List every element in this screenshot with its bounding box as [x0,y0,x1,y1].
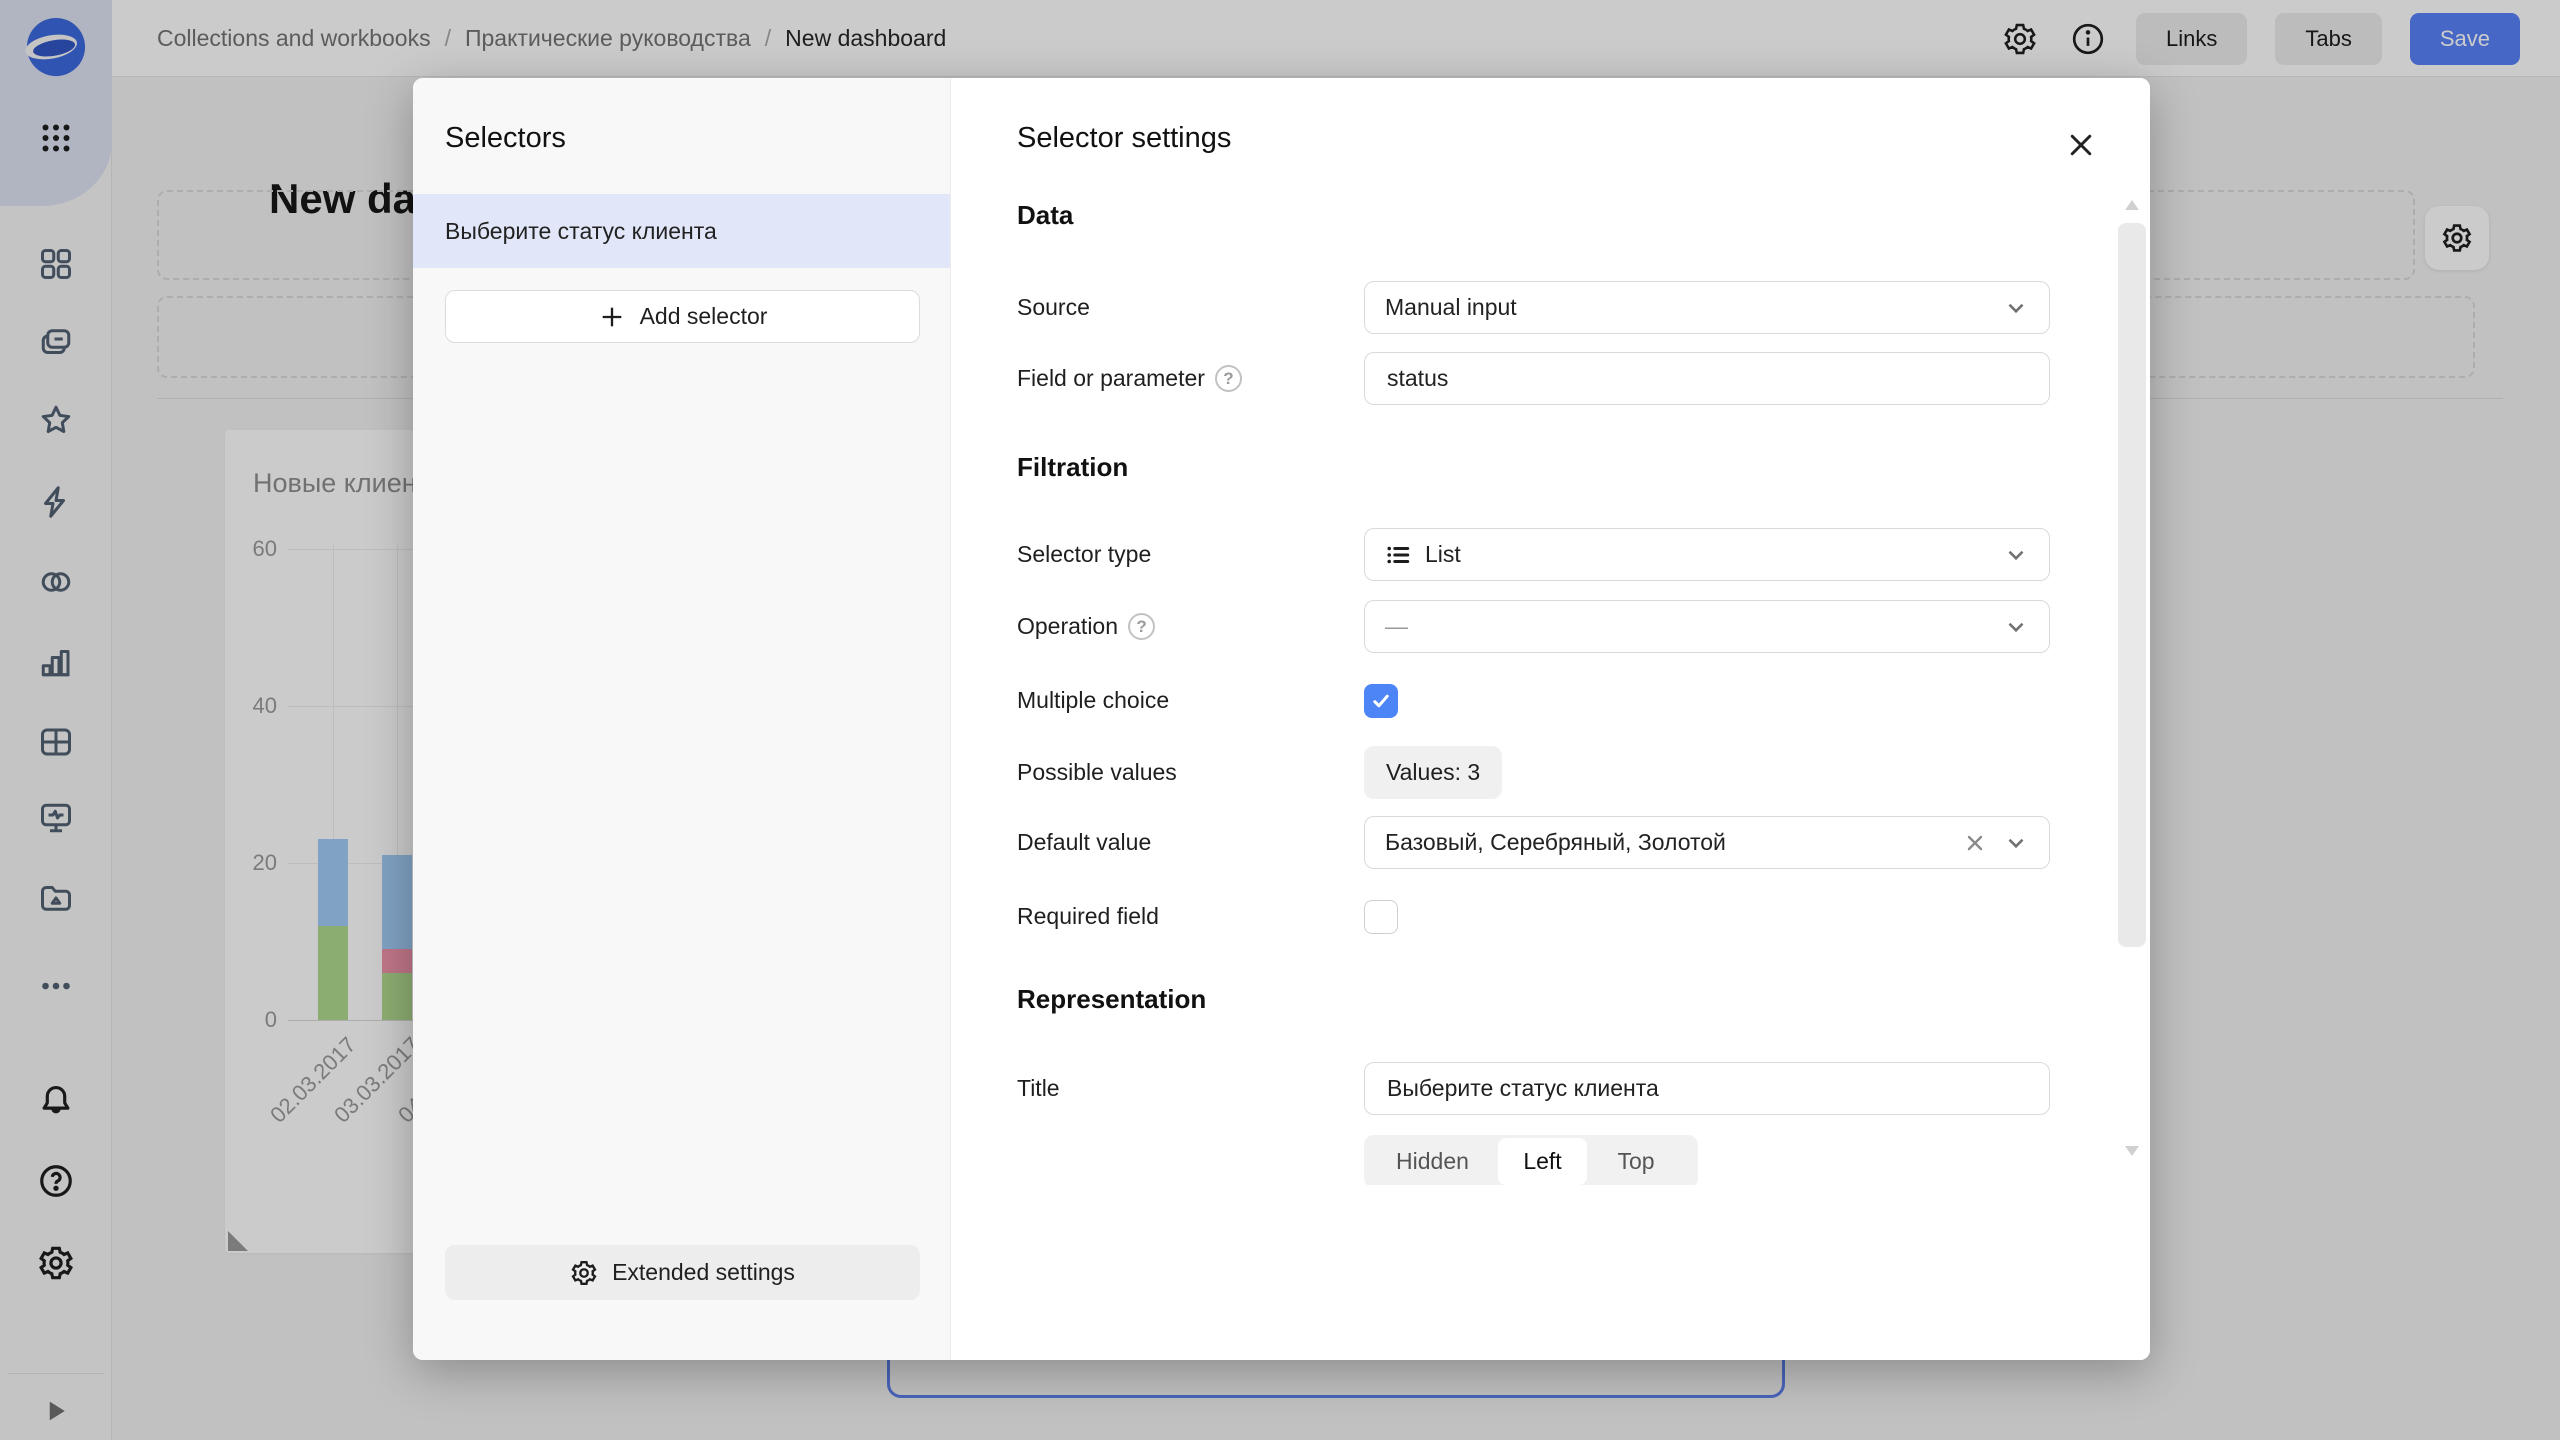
title-input[interactable] [1385,1074,2029,1103]
plus-icon [598,303,626,331]
title-placement-segmented: Hidden Left Top [1364,1135,1698,1185]
app-root: Collections and workbooks / Практические… [0,0,2560,1440]
placement-option-top[interactable]: Top [1587,1138,1685,1185]
operation-row: Operation — [951,600,2111,653]
default-value-label: Default value [1017,829,1151,856]
multiple-choice-row: Multiple choice [951,674,2111,727]
chevron-down-icon [2003,614,2029,640]
multiple-choice-label: Multiple choice [1017,687,1169,714]
selector-type-row: Selector type List [951,528,2111,581]
selector-type-value: List [1425,541,2003,568]
selector-dialog: Selectors Выберите статус клиента Add se… [413,78,2150,1360]
title-row: Title [951,1062,2111,1115]
source-row: Source Manual input [951,281,2111,334]
scroll-up-arrow[interactable] [2125,200,2139,210]
clear-icon[interactable] [1963,831,1987,855]
extended-settings-button[interactable]: Extended settings [445,1245,920,1300]
placement-option-hidden[interactable]: Hidden [1367,1138,1498,1185]
close-dialog-button[interactable] [2060,124,2102,166]
representation-section-heading: Representation [1017,984,1206,1015]
default-value-row: Default value Базовый, Серебряный, Золот… [951,816,2111,869]
list-icon [1385,542,1411,568]
required-field-label: Required field [1017,903,1159,930]
gear-icon [570,1259,598,1287]
add-selector-button[interactable]: Add selector [445,290,920,343]
selector-type-label: Selector type [1017,541,1151,568]
field-help-icon[interactable] [1215,365,1242,392]
scroll-down-arrow[interactable] [2125,1146,2139,1156]
field-input[interactable] [1385,364,2029,393]
cancel-button[interactable]: Cancel [2131,1233,2150,1300]
selector-settings-panel: Selector settings Data Source Manual inp… [950,78,2150,1360]
title-placement-row: Hidden Left Top [951,1135,2111,1185]
add-selector-label: Add selector [640,303,768,330]
source-select[interactable]: Manual input [1364,281,2050,334]
extended-settings-label: Extended settings [612,1259,795,1286]
operation-label: Operation [1017,613,1118,640]
scrollbar-thumb[interactable] [2118,223,2146,947]
selectors-panel-title: Selectors [445,122,566,155]
field-row: Field or parameter [951,352,2111,405]
required-field-row: Required field [951,890,2111,943]
selector-list-item[interactable]: Выберите статус клиента [413,194,950,268]
data-section-heading: Data [1017,200,1073,231]
selectors-panel: Selectors Выберите статус клиента Add se… [413,78,950,1360]
selector-settings-title: Selector settings [1017,122,1231,155]
title-input-wrap [1364,1062,2050,1115]
chevron-down-icon [2003,295,2029,321]
placement-option-left[interactable]: Left [1498,1138,1587,1185]
possible-values-row: Possible values Values: 3 [951,746,2111,799]
settings-scroll-area: Data Source Manual input Field or parame… [951,188,2121,1185]
possible-values-count: Values: 3 [1386,759,1480,786]
filtration-section-heading: Filtration [1017,452,1128,483]
selector-list-item-label: Выберите статус клиента [445,218,717,245]
operation-select[interactable]: — [1364,600,2050,653]
possible-values-label: Possible values [1017,759,1177,786]
multiple-choice-checkbox[interactable] [1364,684,1398,718]
operation-value: — [1385,613,2003,640]
operation-help-icon[interactable] [1128,613,1155,640]
chevron-down-icon [2003,542,2029,568]
title-label: Title [1017,1075,1060,1102]
possible-values-chip[interactable]: Values: 3 [1364,746,1502,799]
default-value-select[interactable]: Базовый, Серебряный, Золотой [1364,816,2050,869]
field-input-wrap [1364,352,2050,405]
default-value-text: Базовый, Серебряный, Золотой [1385,829,1963,856]
close-icon [2066,130,2096,160]
source-label: Source [1017,294,1090,321]
required-field-checkbox[interactable] [1364,900,1398,934]
selector-type-select[interactable]: List [1364,528,2050,581]
field-label: Field or parameter [1017,365,1205,392]
source-value: Manual input [1385,294,2003,321]
check-icon [1370,690,1392,712]
chevron-down-icon [2003,830,2029,856]
